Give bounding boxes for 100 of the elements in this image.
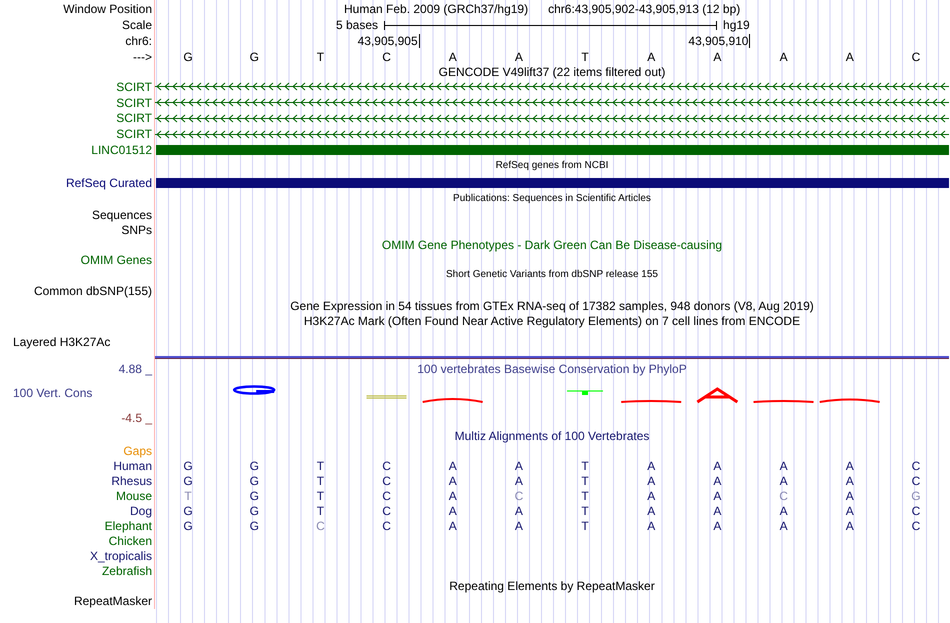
aligned-base: G bbox=[250, 504, 259, 518]
gene-label[interactable]: SCIRT bbox=[116, 111, 152, 126]
strand-label: ---> bbox=[133, 50, 152, 64]
reference-base: A bbox=[514, 50, 523, 64]
track-title: GENCODE V49lift37 (22 items filtered out) bbox=[438, 64, 666, 78]
row-label: Window Position bbox=[63, 2, 152, 16]
aligned-base: C bbox=[912, 504, 920, 518]
track-title: Gene Expression in 54 tissues from GTEx RNA-seq of 17382 samples, 948 donors (V8, Aug 2019) bbox=[290, 299, 814, 313]
track-label[interactable]: SNPs bbox=[121, 222, 152, 236]
aligned-base: A bbox=[713, 474, 722, 488]
assembly-text: Human Feb. 2009 (GRCh37/hg19) bbox=[344, 2, 528, 16]
track-title: Multiz Alignments of 100 Vertebrates bbox=[454, 429, 650, 443]
species-label[interactable]: X_tropicalis bbox=[90, 549, 152, 563]
reference-base: T bbox=[316, 50, 324, 64]
coordinate-label: 43,905,910 bbox=[688, 34, 750, 48]
aligned-base: G bbox=[183, 474, 193, 488]
axis-min-label: -4.5 _ bbox=[121, 410, 154, 424]
aligned-base: A bbox=[514, 474, 523, 488]
aligned-base: A bbox=[713, 504, 722, 518]
aligned-base: C bbox=[779, 489, 788, 503]
track-label[interactable]: RefSeq Curated bbox=[66, 176, 152, 190]
reference-base: A bbox=[713, 50, 722, 64]
species-label[interactable]: Human bbox=[113, 459, 152, 473]
aligned-base: T bbox=[581, 504, 589, 518]
aligned-base: A bbox=[448, 459, 457, 473]
aligned-base: C bbox=[912, 519, 920, 533]
aligned-base: A bbox=[846, 519, 854, 533]
aligned-base: C bbox=[912, 474, 920, 488]
aligned-base: G bbox=[250, 489, 259, 503]
track-title: 100 vertebrates Basewise Conservation by PhyloP bbox=[417, 362, 687, 376]
aligned-base: C bbox=[316, 519, 325, 533]
aligned-base: A bbox=[448, 489, 457, 503]
aligned-base: C bbox=[912, 459, 920, 473]
aligned-base: A bbox=[514, 519, 523, 533]
species-label[interactable]: Elephant bbox=[104, 519, 152, 533]
assembly-db-text: hg19 bbox=[723, 18, 750, 32]
reference-base: G bbox=[250, 50, 259, 64]
track-title: H3K27Ac Mark (Often Found Near Active Regulatory Elements) on 7 cell lines from ENCODE bbox=[304, 314, 800, 328]
gene-label[interactable]: SCIRT bbox=[116, 80, 152, 94]
aligned-base: C bbox=[514, 489, 524, 503]
axis-max-label: 4.88 _ bbox=[118, 362, 154, 376]
row-label: chr6: bbox=[125, 34, 152, 48]
track-label[interactable]: LINC01512 bbox=[91, 143, 152, 157]
aligned-base: A bbox=[846, 489, 854, 503]
species-label[interactable]: Dog bbox=[130, 504, 152, 518]
species-label[interactable]: Zebrafish bbox=[102, 564, 152, 578]
aligned-base: G bbox=[911, 489, 921, 503]
track-title: Repeating Elements by RepeatMasker bbox=[449, 579, 655, 593]
coordinate-label: 43,905,905 bbox=[358, 34, 420, 48]
species-label[interactable]: Mouse bbox=[116, 489, 152, 503]
aligned-base: A bbox=[647, 504, 656, 518]
track-title: RefSeq genes from NCBI bbox=[496, 159, 608, 174]
reference-base: A bbox=[846, 50, 854, 64]
reference-base: T bbox=[581, 50, 589, 64]
aligned-base: C bbox=[382, 459, 391, 473]
gene-bar[interactable] bbox=[156, 178, 949, 188]
track-title: OMIM Gene Phenotypes - Dark Green Can Be Disease-causing bbox=[382, 238, 722, 252]
track-label[interactable]: OMIM Genes bbox=[80, 252, 152, 266]
gene-label[interactable]: SCIRT bbox=[116, 127, 152, 142]
aligned-base: G bbox=[250, 474, 259, 488]
aligned-base: A bbox=[647, 459, 656, 473]
aligned-base: T bbox=[581, 474, 589, 488]
aligned-base: A bbox=[713, 459, 722, 473]
aligned-base: T bbox=[316, 489, 324, 503]
scale-text: 5 bases bbox=[336, 18, 378, 32]
aligned-base: C bbox=[382, 489, 391, 503]
aligned-base: A bbox=[713, 519, 722, 533]
track-label[interactable]: Layered H3K27Ac bbox=[13, 335, 110, 349]
reference-base: A bbox=[448, 50, 457, 64]
track-title: Publications: Sequences in Scientific Articles bbox=[453, 192, 651, 206]
aligned-base: C bbox=[382, 519, 391, 533]
species-label[interactable]: Chicken bbox=[108, 534, 152, 548]
aligned-base: G bbox=[183, 504, 193, 518]
aligned-base: T bbox=[316, 459, 324, 473]
species-label[interactable]: Rhesus bbox=[111, 474, 152, 488]
track-label[interactable]: Common dbSNP(155) bbox=[34, 284, 152, 298]
aligned-base: T bbox=[581, 459, 589, 473]
aligned-base: C bbox=[382, 504, 391, 518]
aligned-base: T bbox=[581, 519, 589, 533]
aligned-base: A bbox=[846, 459, 854, 473]
row-label: Scale bbox=[122, 18, 152, 32]
aligned-base: G bbox=[250, 519, 259, 533]
aligned-base: A bbox=[846, 474, 854, 488]
aligned-base: A bbox=[780, 459, 788, 473]
aligned-base: C bbox=[382, 474, 391, 488]
reference-base: C bbox=[912, 50, 920, 64]
reference-base: A bbox=[780, 50, 788, 64]
track-label[interactable]: RepeatMasker bbox=[74, 594, 152, 608]
aligned-base: A bbox=[448, 519, 457, 533]
aligned-base: A bbox=[647, 474, 656, 488]
aligned-base: A bbox=[780, 519, 788, 533]
aligned-base: G bbox=[183, 459, 193, 473]
aligned-base: A bbox=[514, 504, 523, 518]
aligned-base: G bbox=[183, 519, 193, 533]
track-label[interactable]: 100 Vert. Cons bbox=[0, 386, 154, 400]
aligned-base: A bbox=[448, 504, 457, 518]
reference-base: C bbox=[382, 50, 391, 64]
aligned-base: A bbox=[780, 474, 788, 488]
gene-label[interactable]: SCIRT bbox=[116, 96, 152, 110]
track-label[interactable]: Sequences bbox=[92, 208, 152, 222]
